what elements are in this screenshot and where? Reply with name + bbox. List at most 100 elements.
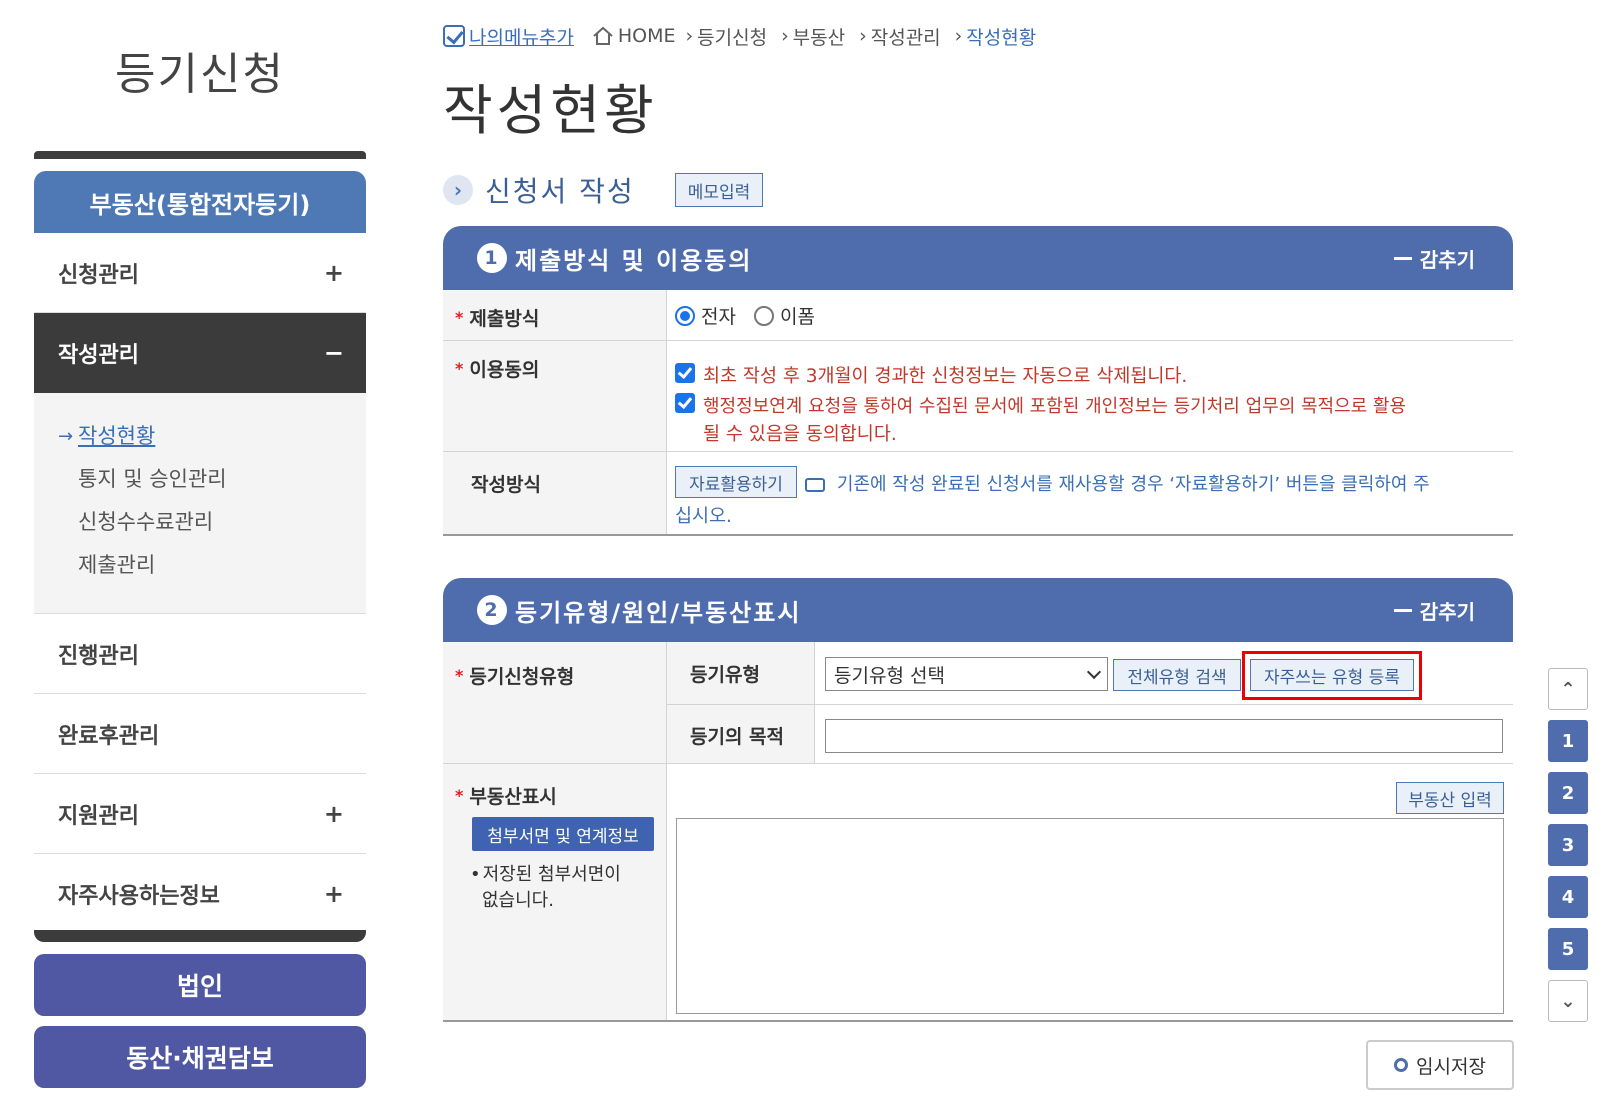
row-divider	[667, 704, 1513, 705]
collapse-icon[interactable]: −	[324, 339, 344, 367]
submenu-item-submit[interactable]: 제출관리	[58, 544, 366, 587]
required-mark: *	[455, 359, 464, 378]
radio-electronic[interactable]: 전자	[675, 302, 736, 329]
panel2-header: 2 등기유형/원인/부동산표시 감추기	[443, 578, 1513, 642]
breadcrumb: 나의메뉴추가 HOME › 등기신청 › 부동산 › 작성관리 › 작성현황	[443, 22, 1036, 50]
label-text: 이용동의	[469, 359, 540, 381]
corporation-button[interactable]: 법인	[34, 954, 366, 1016]
scroll-top-button[interactable]: ⌃	[1548, 668, 1588, 710]
sidebar-item-application[interactable]: 신청관리 +	[34, 233, 366, 313]
step-number-badge: 2	[477, 595, 507, 625]
label-text: 등기신청유형	[469, 666, 575, 688]
label-text: 제출방식	[469, 308, 540, 330]
checkbox-checked-icon[interactable]	[675, 363, 695, 383]
select-value: 등기유형 선택	[834, 664, 945, 687]
nav-step-1[interactable]: 1	[1548, 720, 1588, 762]
breadcrumb-separator: ›	[781, 25, 789, 47]
sidebar-item-label: 신청관리	[58, 262, 139, 288]
required-mark: *	[455, 786, 464, 805]
breadcrumb-item[interactable]: 등기신청	[697, 23, 767, 50]
row-label-cell: * 이용동의	[443, 341, 667, 451]
home-icon	[593, 26, 613, 45]
submit-method-options: 전자 이폼	[675, 302, 833, 329]
expand-icon[interactable]: +	[324, 800, 344, 828]
reuse-data-button[interactable]: 자료활용하기	[675, 466, 797, 498]
submenu-item-fee[interactable]: 신청수수료관리	[58, 501, 366, 544]
chevron-right-icon: ›	[443, 175, 473, 205]
sidebar-item-writing[interactable]: 작성관리 −	[34, 313, 366, 393]
property-textarea[interactable]	[676, 818, 1504, 1014]
sidebar-item-label: 진행관리	[58, 643, 139, 669]
sidebar-submenu: → 작성현황 통지 및 승인관리 신청수수료관리 제출관리	[34, 393, 366, 614]
double-chevron-down-icon: ⌄	[1560, 990, 1576, 1012]
consent-text-1: 최초 작성 후 3개월이 경과한 신청정보는 자동으로 삭제됩니다.	[703, 366, 1188, 387]
panel1-collapse-button[interactable]: 감추기	[1393, 244, 1475, 273]
search-all-types-button[interactable]: 전체유형 검색	[1113, 659, 1241, 691]
note-text: 저장된 첨부서면이	[482, 864, 621, 885]
circle-icon	[1394, 1058, 1409, 1072]
sidebar-title: 등기신청	[115, 49, 285, 100]
highlight-box	[1242, 651, 1422, 700]
add-my-menu-label: 나의메뉴추가	[469, 26, 574, 49]
nav-step-4[interactable]: 4	[1548, 876, 1588, 918]
info-text: 기존에 작성 완료된 신청서를 재사용할 경우 ‘자료활용하기’ 버튼을 클릭하…	[836, 474, 1430, 495]
checkbox-checked-icon[interactable]	[675, 393, 695, 413]
registry-type-select[interactable]: 등기유형 선택	[825, 657, 1108, 691]
radio-eform[interactable]: 이폼	[753, 302, 815, 329]
sidebar-menu: 신청관리 + 작성관리 − → 작성현황 통지 및 승인관리 신청수수료관리 제…	[34, 233, 366, 934]
required-mark: *	[455, 666, 464, 685]
breadcrumb-item[interactable]: 부동산	[793, 23, 845, 50]
bullet: •	[470, 864, 481, 885]
registry-type-label: 등기유형	[690, 664, 760, 686]
sidebar-item-label: 지원관리	[58, 803, 139, 829]
submenu-item-notice[interactable]: 통지 및 승인관리	[58, 458, 366, 501]
page: 등기신청 부동산(통합전자등기) 신청관리 + 작성관리 − → 작성현황 통지…	[0, 0, 1612, 1096]
memo-input-button[interactable]: 메모입력	[675, 173, 763, 207]
panel1-header: 1 제출방식 및 이용동의 감추기	[443, 226, 1513, 290]
panel2-collapse-button[interactable]: 감추기	[1393, 596, 1475, 625]
radio-unselected-icon	[753, 305, 774, 326]
minus-icon	[1393, 256, 1412, 260]
required-mark: *	[455, 308, 464, 327]
sidebar-main-menu[interactable]: 부동산(통합전자등기)	[34, 171, 366, 233]
registry-purpose-input[interactable]	[825, 719, 1503, 753]
row-label-cell: * 제출방식	[443, 290, 667, 340]
sidebar-item-label: 작성관리	[58, 343, 139, 368]
property-label: * 부동산표시	[455, 782, 557, 809]
property-input-button[interactable]: 부동산 입력	[1396, 782, 1504, 814]
section-heading: › 신청서 작성	[443, 170, 635, 210]
consent-label: * 이용동의	[455, 355, 539, 382]
movable-property-button[interactable]: 동산·채권담보	[34, 1026, 366, 1088]
sidebar-item-label: 완료후관리	[58, 723, 160, 749]
sidebar-item-label: 자주사용하는정보	[58, 884, 220, 909]
checkbox-icon	[443, 25, 465, 47]
sidebar-item-frequent[interactable]: 자주사용하는정보 +	[34, 854, 366, 934]
breadcrumb-separator: ›	[954, 25, 963, 47]
scroll-bottom-button[interactable]: ⌄	[1548, 980, 1588, 1022]
add-my-menu-link[interactable]: 나의메뉴추가	[443, 23, 574, 50]
breadcrumb-separator: ›	[859, 25, 867, 47]
sidebar-item-support[interactable]: 지원관리 +	[34, 774, 366, 854]
attachments-button[interactable]: 첨부서면 및 연계정보	[472, 817, 654, 851]
consent-text-2: 행정정보연계 요청을 통하여 수집된 문서에 포함된 개인정보는 등기처리 업무…	[703, 396, 1407, 417]
submenu-item-status[interactable]: → 작성현황	[58, 415, 366, 458]
expand-icon[interactable]: +	[324, 259, 344, 287]
write-method-info: 기존에 작성 완료된 신청서를 재사용할 경우 ‘자료활용하기’ 버튼을 클릭하…	[805, 470, 1430, 496]
apply-type-label: * 등기신청유형	[455, 662, 574, 689]
consent-checkbox-2[interactable]: 행정정보연계 요청을 통하여 수집된 문서에 포함된 개인정보는 등기처리 업무…	[675, 392, 1406, 418]
double-chevron-up-icon: ⌃	[1560, 678, 1576, 700]
expand-icon[interactable]: +	[324, 880, 344, 908]
breadcrumb-item[interactable]: 작성관리	[871, 23, 941, 50]
temp-save-label: 임시저장	[1416, 1055, 1486, 1078]
sidebar-item-progress[interactable]: 진행관리	[34, 614, 366, 694]
nav-step-2[interactable]: 2	[1548, 772, 1588, 814]
sidebar-item-completed[interactable]: 완료후관리	[34, 694, 366, 774]
note-text: 없습니다.	[482, 890, 554, 911]
sidebar-top-divider	[34, 151, 366, 159]
nav-step-5[interactable]: 5	[1548, 928, 1588, 970]
nav-step-3[interactable]: 3	[1548, 824, 1588, 866]
consent-checkbox-1[interactable]: 최초 작성 후 3개월이 경과한 신청정보는 자동으로 삭제됩니다.	[675, 362, 1187, 388]
step-number-badge: 1	[477, 243, 507, 273]
breadcrumb-home[interactable]: HOME	[618, 25, 676, 47]
temp-save-button[interactable]: 임시저장	[1366, 1040, 1514, 1090]
